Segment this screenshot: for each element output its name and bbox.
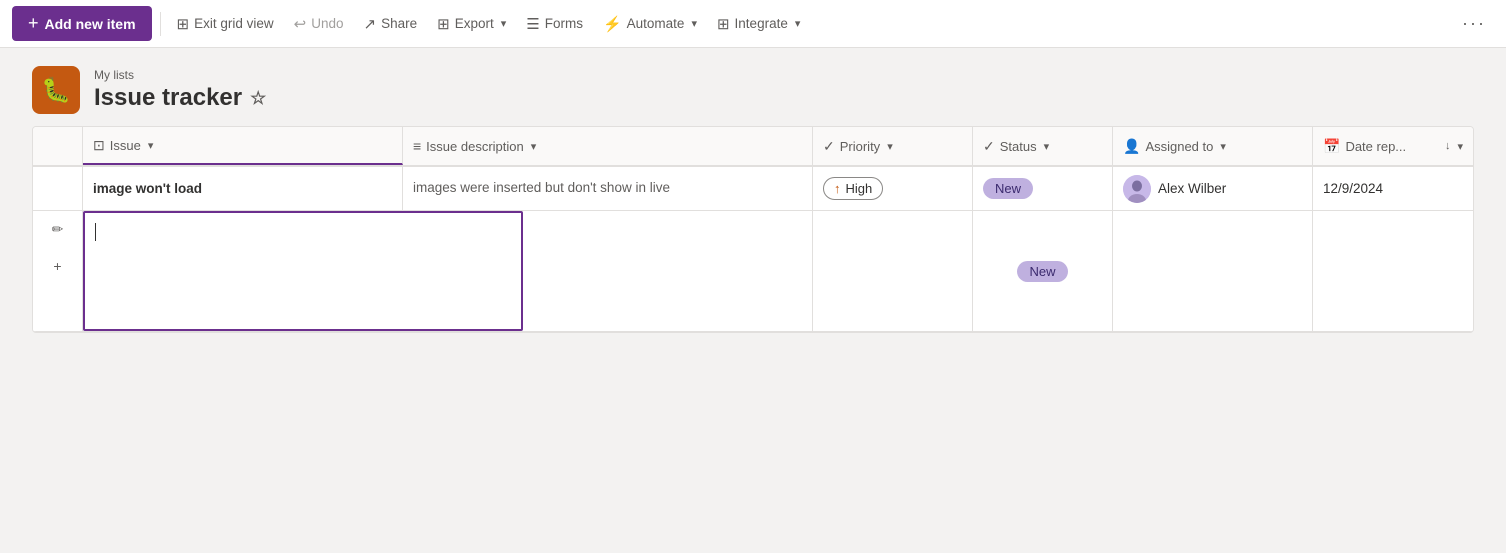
edit-status-cell: New	[973, 211, 1113, 331]
edit-assigned-empty	[1113, 211, 1313, 331]
col-status-header[interactable]: ✓ Status ▾	[973, 127, 1113, 165]
bug-icon: 🐛	[41, 76, 71, 105]
status-col-icon: ✓	[983, 138, 995, 155]
automate-icon: ⚡	[603, 15, 622, 33]
export-label: Export	[455, 16, 494, 31]
edit-pencil-icon[interactable]: ✏	[52, 221, 64, 238]
col-assigned-header[interactable]: 👤 Assigned to ▾	[1113, 127, 1313, 165]
list-icon: 🐛	[32, 66, 80, 114]
page-title: Issue tracker ☆	[94, 84, 266, 112]
desc-value-1: images were inserted but don't show in l…	[413, 179, 670, 198]
edit-priority-empty	[813, 211, 973, 331]
breadcrumb: My lists	[94, 68, 266, 82]
assigned-cell-1: Alex Wilber	[1123, 175, 1226, 203]
date-col-label: Date rep...	[1345, 139, 1406, 154]
toolbar: + Add new item ⊞ Exit grid view ↩ Undo ↗…	[0, 0, 1506, 48]
text-cursor	[95, 223, 96, 241]
assigned-name-1: Alex Wilber	[1158, 181, 1226, 196]
add-new-item-button[interactable]: + Add new item	[12, 6, 152, 41]
edit-issue-input[interactable]	[83, 211, 523, 331]
issue-col-icon: ⊡	[93, 137, 105, 154]
column-headers: ⊡ Issue ▾ ≡ Issue description ▾ ✓ Priori…	[33, 127, 1473, 167]
priority-col-icon: ✓	[823, 138, 835, 155]
add-new-label: Add new item	[45, 16, 136, 32]
priority-badge-1: ↑ High	[823, 177, 883, 200]
automate-button[interactable]: ⚡ Automate ▾	[595, 10, 705, 38]
cell-assigned-1[interactable]: Alex Wilber	[1113, 167, 1313, 210]
sort-desc-icon: ↓	[1445, 140, 1451, 152]
exit-grid-label: Exit grid view	[194, 16, 274, 31]
cell-issue-1[interactable]: image won't load	[83, 167, 403, 210]
desc-col-chevron: ▾	[531, 140, 537, 153]
chevron-down-icon-2: ▾	[691, 17, 697, 30]
cell-priority-1[interactable]: ↑ High	[813, 167, 973, 210]
integrate-button[interactable]: ⊞ Integrate ▾	[709, 10, 808, 38]
cell-status-1[interactable]: New	[973, 167, 1113, 210]
more-options-button[interactable]: ···	[1454, 8, 1494, 39]
assigned-col-label: Assigned to	[1145, 139, 1213, 154]
integrate-icon: ⊞	[717, 15, 730, 33]
divider-1	[160, 12, 161, 36]
share-label: Share	[381, 16, 417, 31]
exit-grid-view-button[interactable]: ⊞ Exit grid view	[169, 10, 282, 38]
editing-row[interactable]: ✏ + New	[33, 211, 1473, 332]
date-value-1: 12/9/2024	[1323, 181, 1383, 196]
automate-label: Automate	[627, 16, 685, 31]
undo-label: Undo	[311, 16, 343, 31]
issue-value-1: image won't load	[93, 181, 202, 196]
priority-up-icon: ↑	[834, 181, 841, 196]
assigned-col-icon: 👤	[1123, 138, 1140, 155]
edit-date-empty	[1313, 211, 1473, 331]
col-issue-header[interactable]: ⊡ Issue ▾	[83, 127, 403, 165]
desc-col-icon: ≡	[413, 138, 421, 154]
cell-date-1[interactable]: 12/9/2024	[1313, 167, 1473, 210]
forms-label: Forms	[545, 16, 583, 31]
status-badge-1: New	[983, 178, 1033, 199]
chevron-down-icon: ▾	[501, 17, 507, 30]
page-title-text: Issue tracker	[94, 84, 242, 112]
date-col-icon: 📅	[1323, 138, 1340, 155]
assigned-col-chevron: ▾	[1220, 140, 1226, 153]
chevron-down-icon-3: ▾	[795, 17, 801, 30]
priority-value-1: High	[846, 181, 873, 196]
status-col-chevron: ▾	[1044, 140, 1050, 153]
export-button[interactable]: ⊞ Export ▾	[429, 10, 514, 38]
col-date-header[interactable]: 📅 Date rep... ↓ ▾	[1313, 127, 1473, 165]
date-col-chevron: ▾	[1457, 140, 1463, 153]
col-row-num-header	[33, 127, 83, 165]
header-text: My lists Issue tracker ☆	[94, 68, 266, 112]
grid-area: ⊡ Issue ▾ ≡ Issue description ▾ ✓ Priori…	[0, 114, 1506, 333]
status-badge-2: New	[1017, 261, 1067, 282]
priority-col-chevron: ▾	[887, 140, 893, 153]
plus-icon: +	[28, 13, 39, 34]
issue-col-chevron: ▾	[148, 139, 154, 152]
grid-icon: ⊞	[177, 15, 190, 33]
undo-button[interactable]: ↩ Undo	[286, 10, 352, 38]
share-icon: ↗	[364, 15, 377, 33]
cell-desc-1[interactable]: images were inserted but don't show in l…	[403, 167, 813, 210]
issue-col-label: Issue	[110, 138, 141, 153]
edit-gutter: ✏ +	[33, 211, 83, 331]
share-button[interactable]: ↗ Share	[356, 10, 426, 38]
table-row[interactable]: image won't load images were inserted bu…	[33, 167, 1473, 211]
grid-container: ⊡ Issue ▾ ≡ Issue description ▾ ✓ Priori…	[32, 126, 1474, 333]
export-icon: ⊞	[437, 15, 450, 33]
row-num-1	[33, 167, 83, 210]
col-priority-header[interactable]: ✓ Priority ▾	[813, 127, 973, 165]
desc-col-label: Issue description	[426, 139, 524, 154]
avatar-1	[1123, 175, 1151, 203]
col-desc-header[interactable]: ≡ Issue description ▾	[403, 127, 813, 165]
favorite-star-icon[interactable]: ☆	[250, 88, 266, 109]
forms-button[interactable]: ☰ Forms	[518, 10, 591, 38]
edit-add-icon[interactable]: +	[53, 258, 61, 274]
status-col-label: Status	[1000, 139, 1037, 154]
undo-icon: ↩	[294, 15, 307, 33]
integrate-label: Integrate	[735, 16, 788, 31]
edit-desc-empty	[523, 211, 813, 331]
priority-col-label: Priority	[840, 139, 880, 154]
forms-icon: ☰	[526, 15, 539, 33]
page-header: 🐛 My lists Issue tracker ☆	[0, 48, 1506, 114]
